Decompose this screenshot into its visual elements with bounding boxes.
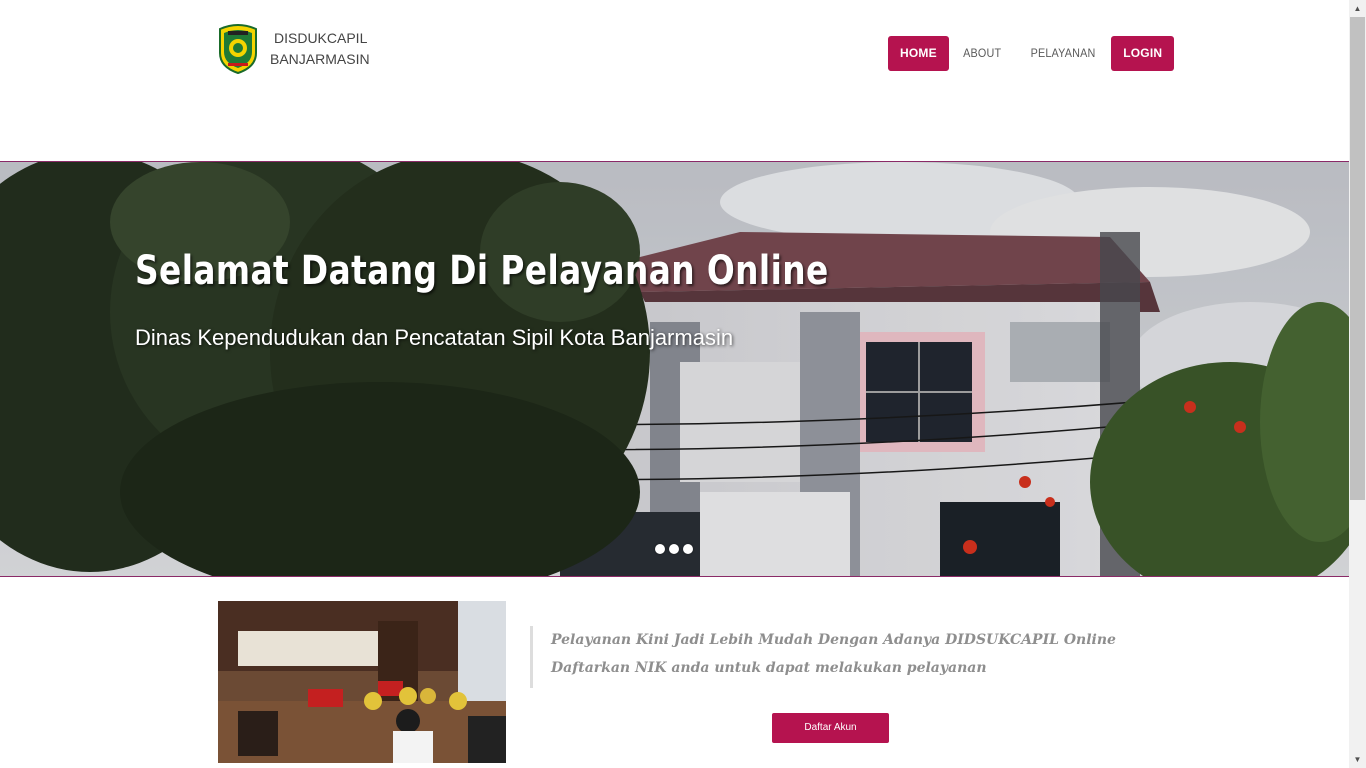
- banjarmasin-crest-icon: [219, 24, 257, 75]
- page: DISDUKCAPIL BANJARMASIN HOME ABOUT PELAY…: [0, 0, 1349, 768]
- intro-line-2: Daftarkan NIK anda untuk dapat melakukan…: [551, 660, 987, 676]
- nav-login[interactable]: LOGIN: [1111, 36, 1175, 71]
- hero-title: Selamat Datang Di Pelayanan Online: [135, 248, 829, 294]
- brand-name-line1: DISDUKCAPIL: [274, 30, 368, 46]
- carousel-indicators: [655, 544, 693, 554]
- intro-quote: Pelayanan Kini Jadi Lebih Mudah Dengan A…: [530, 626, 1130, 688]
- scroll-up-arrow-icon[interactable]: ▲: [1349, 0, 1366, 17]
- intro-line-1: Pelayanan Kini Jadi Lebih Mudah Dengan A…: [551, 632, 1116, 648]
- brand-name-line2: BANJARMASIN: [270, 51, 370, 67]
- hero-subtitle: Dinas Kependudukan dan Pencatatan Sipil …: [135, 325, 734, 350]
- nav-home[interactable]: HOME: [888, 36, 949, 71]
- page-scrollbar[interactable]: ▲ ▼: [1349, 0, 1366, 768]
- scrollbar-thumb[interactable]: [1350, 17, 1365, 500]
- office-service-photo: [218, 601, 506, 763]
- scroll-down-arrow-icon[interactable]: ▼: [1349, 751, 1366, 768]
- carousel-dot-3[interactable]: [683, 544, 693, 554]
- carousel-dot-2[interactable]: [669, 544, 679, 554]
- brand[interactable]: DISDUKCAPIL BANJARMASIN: [218, 23, 370, 75]
- main-nav: HOME ABOUT PELAYANAN LOGIN: [888, 36, 1175, 71]
- nav-about[interactable]: ABOUT: [952, 36, 1012, 71]
- daftar-akun-button[interactable]: Daftar Akun: [772, 713, 889, 743]
- nav-pelayanan[interactable]: PELAYANAN: [1020, 36, 1106, 71]
- hero-building-photo: [0, 162, 1349, 576]
- hero-carousel[interactable]: [0, 161, 1349, 577]
- carousel-dot-1[interactable]: [655, 544, 665, 554]
